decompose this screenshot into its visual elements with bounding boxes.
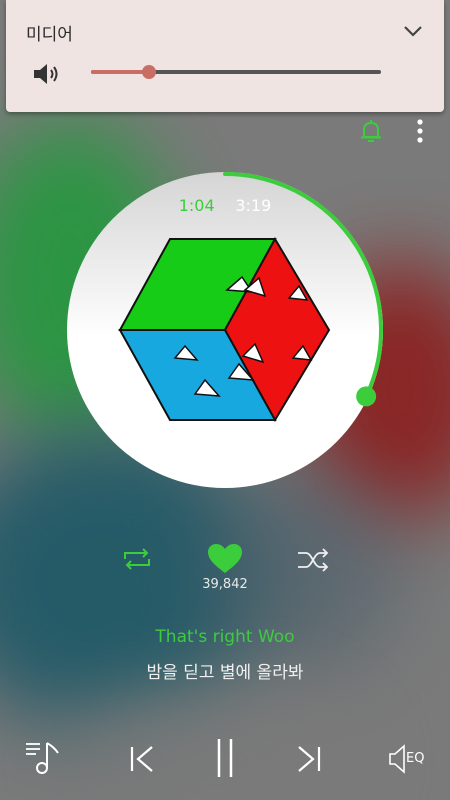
lyric-current: That's right Woo xyxy=(155,627,295,647)
time-display: 1:04 ● 3:19 xyxy=(0,196,450,215)
next-icon[interactable] xyxy=(291,744,325,774)
pause-icon[interactable] xyxy=(210,737,240,779)
previous-icon[interactable] xyxy=(126,744,160,774)
lyric-next: 밤을 딛고 별에 올라봐 xyxy=(146,663,304,683)
current-time: 1:04 xyxy=(178,196,215,215)
heart-icon[interactable] xyxy=(206,543,244,575)
like-count: 39,842 xyxy=(202,577,248,592)
eq-label: EQ xyxy=(406,751,425,766)
time-separator: ● xyxy=(220,200,230,211)
total-time: 3:19 xyxy=(235,196,272,215)
shuffle-icon[interactable] xyxy=(296,548,330,572)
eq-button[interactable]: EQ xyxy=(387,743,435,775)
playlist-icon[interactable] xyxy=(24,740,64,776)
progress-knob[interactable] xyxy=(356,386,377,407)
repeat-icon[interactable] xyxy=(120,546,154,572)
